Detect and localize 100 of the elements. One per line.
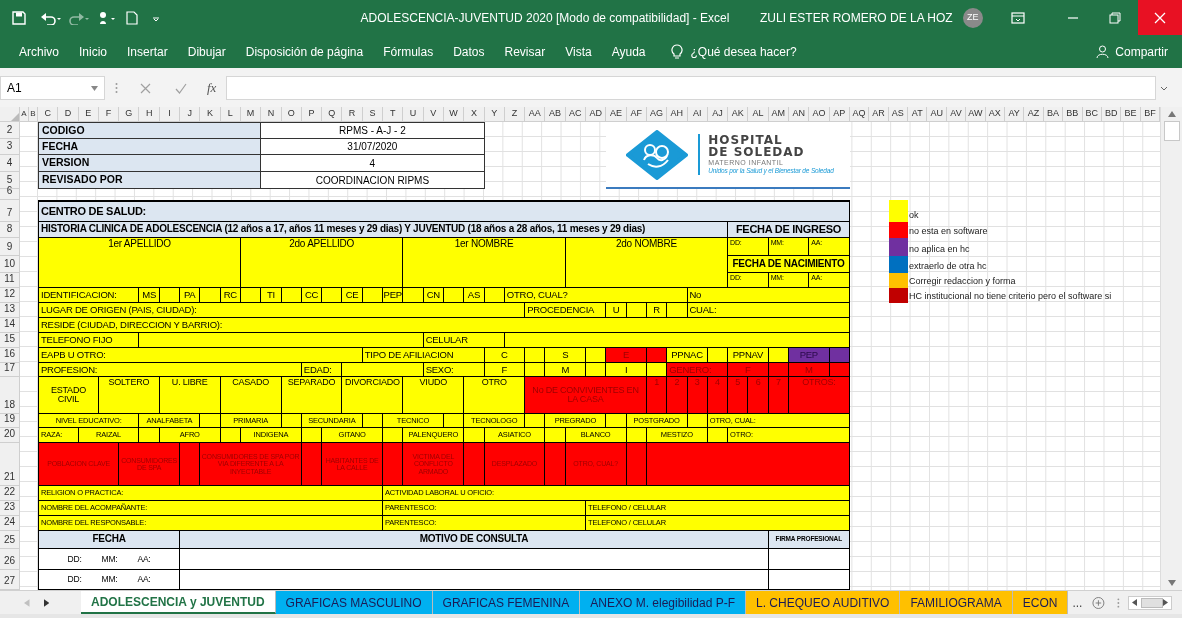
- scrollbar-thumb[interactable]: [1141, 597, 1163, 608]
- scroll-left-icon[interactable]: [1132, 599, 1137, 606]
- row-header[interactable]: 18: [0, 377, 20, 414]
- row-header[interactable]: 13: [0, 303, 20, 318]
- row-header[interactable]: 12: [0, 288, 20, 303]
- sheet-tab[interactable]: GRAFICAS FEMENINA: [432, 591, 581, 614]
- add-sheet-icon[interactable]: [1092, 595, 1106, 610]
- row-header[interactable]: 7: [0, 200, 20, 222]
- column-header[interactable]: C: [38, 107, 59, 122]
- sheet-cell: PEP: [383, 288, 404, 303]
- column-header[interactable]: BB: [1063, 107, 1083, 122]
- column-header[interactable]: X: [464, 107, 485, 122]
- menu-item[interactable]: Disposición de página: [236, 38, 373, 65]
- column-header[interactable]: H: [139, 107, 160, 122]
- row-header[interactable]: 10: [0, 256, 20, 273]
- lightbulb-icon[interactable]: [670, 44, 683, 59]
- row-header[interactable]: 27: [0, 570, 20, 590]
- menu-item[interactable]: Insertar: [118, 38, 177, 65]
- insert-function-button[interactable]: fx: [207, 78, 217, 98]
- row-header[interactable]: 3: [0, 139, 20, 155]
- column-header[interactable]: AL: [748, 107, 769, 122]
- formula-input[interactable]: [226, 76, 1157, 100]
- enter-icon[interactable]: [175, 82, 187, 94]
- column-header[interactable]: AB: [545, 107, 566, 122]
- sheet-cell: CASADO: [220, 377, 282, 414]
- row-header[interactable]: 17: [0, 363, 20, 377]
- sheet-tab[interactable]: L. CHEQUEO AUDITIVO: [746, 591, 901, 614]
- more-tabs-button[interactable]: ...: [1072, 593, 1083, 612]
- column-header[interactable]: AD: [586, 107, 607, 122]
- column-header[interactable]: AZ: [1024, 107, 1044, 122]
- scrollbar-thumb[interactable]: [1163, 121, 1180, 141]
- sheet-cell: MOTIVO DE CONSULTA: [180, 531, 769, 549]
- row-header[interactable]: 21: [0, 443, 20, 486]
- column-header[interactable]: Q: [322, 107, 343, 122]
- undo-icon[interactable]: [40, 10, 62, 25]
- tell-me-field[interactable]: ¿Qué desea hacer?: [690, 42, 841, 61]
- sheet-tab[interactable]: ECON: [1012, 591, 1069, 614]
- cancel-icon[interactable]: [140, 82, 151, 94]
- menu-item[interactable]: Datos: [444, 38, 494, 65]
- column-header[interactable]: R: [342, 107, 363, 122]
- column-header[interactable]: AE: [606, 107, 627, 122]
- row-header[interactable]: 8: [0, 222, 20, 238]
- save-icon[interactable]: [12, 10, 26, 25]
- share-button[interactable]: Compartir: [1115, 42, 1168, 61]
- sheet-tab[interactable]: FAMILIOGRAMA: [900, 591, 1013, 614]
- column-header[interactable]: AR: [869, 107, 889, 122]
- column-header[interactable]: BE: [1121, 107, 1141, 122]
- sheet-cell: PPNAC: [667, 348, 708, 363]
- column-header[interactable]: G: [119, 107, 140, 122]
- name-box[interactable]: A1: [0, 76, 105, 100]
- row-header[interactable]: 23: [0, 501, 20, 516]
- new-document-icon[interactable]: [126, 10, 138, 25]
- menu-item[interactable]: Archivo: [10, 38, 68, 65]
- ribbon-display-icon[interactable]: [1010, 11, 1025, 24]
- column-header[interactable]: U: [403, 107, 424, 122]
- next-sheet-icon[interactable]: [43, 598, 49, 607]
- row-header[interactable]: 22: [0, 486, 20, 501]
- row-header[interactable]: 19: [0, 414, 20, 428]
- restore-icon[interactable]: [1108, 11, 1121, 24]
- column-header[interactable]: AK: [728, 107, 749, 122]
- menu-item[interactable]: Revisar: [495, 38, 555, 65]
- row-header[interactable]: 11: [0, 273, 20, 288]
- column-header[interactable]: D: [58, 107, 79, 122]
- row-header[interactable]: 4: [0, 155, 20, 172]
- row-header[interactable]: 15: [0, 333, 20, 348]
- sheet-tab[interactable]: ANEXO M. elegibilidad P-F: [580, 591, 747, 614]
- column-header[interactable]: AO: [809, 107, 830, 122]
- sheet-cell: 1er APELLIDO: [38, 238, 241, 288]
- row-header[interactable]: 2: [0, 122, 20, 139]
- row-header[interactable]: 20: [0, 428, 20, 443]
- column-header[interactable]: J: [180, 107, 201, 122]
- row-header[interactable]: 24: [0, 516, 20, 531]
- expand-icon[interactable]: [1160, 85, 1169, 91]
- person-icon[interactable]: [1096, 45, 1110, 58]
- column-header[interactable]: T: [383, 107, 404, 122]
- row-header[interactable]: 9: [0, 238, 20, 256]
- sheet-cell: EDAD:: [301, 363, 343, 377]
- menu-item[interactable]: Vista: [556, 38, 601, 65]
- sheet-tab[interactable]: GRAFICAS MASCULINO: [275, 591, 433, 614]
- column-header[interactable]: N: [261, 107, 282, 122]
- scroll-down-icon[interactable]: [1167, 580, 1176, 586]
- column-header[interactable]: AW: [966, 107, 986, 122]
- touch-mode-icon[interactable]: [98, 10, 118, 25]
- column-header[interactable]: AT: [908, 107, 928, 122]
- column-header[interactable]: AH: [667, 107, 688, 122]
- row-header[interactable]: 25: [0, 531, 20, 549]
- row-header[interactable]: 26: [0, 549, 20, 570]
- dropdown-icon[interactable]: [91, 85, 98, 91]
- scroll-up-icon[interactable]: [1167, 111, 1176, 117]
- row-header[interactable]: 16: [0, 348, 20, 363]
- menu-item[interactable]: Ayuda: [602, 38, 655, 65]
- column-header[interactable]: AA: [525, 107, 546, 122]
- menu-item[interactable]: Dibujar: [178, 38, 235, 65]
- column-header[interactable]: AY: [1005, 107, 1025, 122]
- column-header[interactable]: K: [200, 107, 221, 122]
- menu-item[interactable]: Inicio: [70, 38, 117, 65]
- column-header[interactable]: AU: [927, 107, 947, 122]
- menu-item[interactable]: Fórmulas: [374, 38, 443, 65]
- row-header[interactable]: 14: [0, 318, 20, 333]
- sheet-tab[interactable]: ADOLESCENCIA y JUVENTUD: [81, 591, 276, 614]
